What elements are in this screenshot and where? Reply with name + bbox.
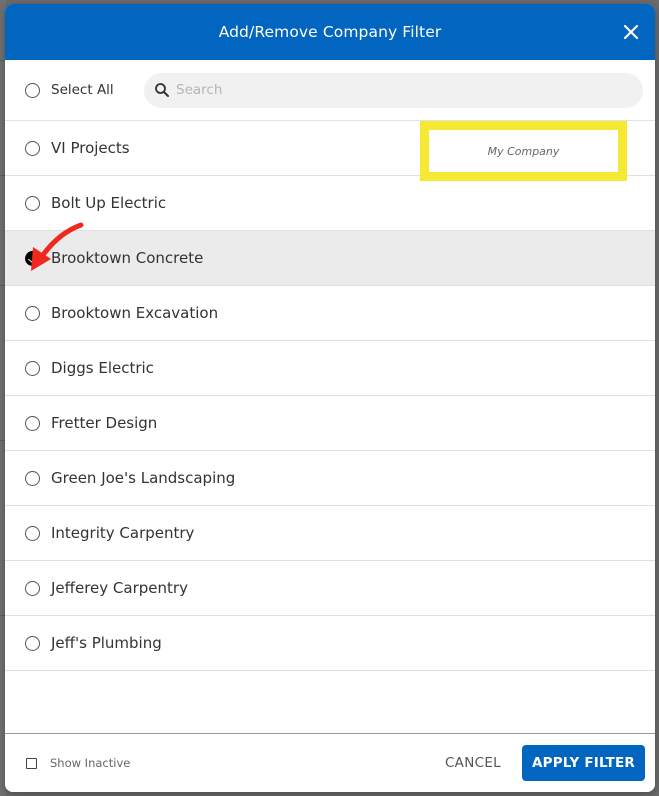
company-row[interactable]: Jefferey Carpentry	[5, 561, 655, 616]
company-name: Green Joe's Landscaping	[51, 469, 236, 487]
my-company-highlight: My Company	[420, 121, 627, 181]
dialog-title: Add/Remove Company Filter	[218, 23, 442, 41]
company-name: Diggs Electric	[51, 359, 154, 377]
show-inactive-label: Show Inactive	[50, 756, 131, 770]
company-row[interactable]: Jeff's Plumbing	[5, 616, 655, 671]
company-filter-dialog: Add/Remove Company Filter Select All VI …	[5, 4, 655, 792]
company-row[interactable]: Diggs Electric	[5, 341, 655, 396]
radio-unchecked-icon[interactable]	[25, 140, 40, 156]
radio-unchecked-icon[interactable]	[25, 360, 40, 376]
company-row[interactable]: Integrity Carpentry	[5, 506, 655, 561]
company-name: VI Projects	[51, 139, 130, 157]
select-all-label: Select All	[51, 82, 114, 98]
company-name: Integrity Carpentry	[51, 524, 195, 542]
search-icon	[155, 83, 169, 97]
company-name: Bolt Up Electric	[51, 194, 167, 212]
company-name: Jefferey Carpentry	[51, 579, 188, 597]
cancel-button[interactable]: CANCEL	[445, 755, 501, 771]
radio-unchecked-icon[interactable]	[25, 580, 40, 596]
company-row[interactable]: Green Joe's Landscaping	[5, 451, 655, 506]
company-row[interactable]: VI Projects My Company	[5, 121, 655, 181]
my-company-tag: My Company	[487, 144, 560, 158]
radio-unchecked-icon[interactable]	[25, 470, 40, 486]
show-inactive-checkbox[interactable]	[26, 757, 37, 769]
search-input[interactable]	[176, 82, 616, 98]
company-row[interactable]: Bolt Up Electric	[5, 176, 655, 231]
apply-filter-button[interactable]: APPLY FILTER	[522, 745, 645, 781]
company-name: Jeff's Plumbing	[51, 634, 162, 652]
radio-unchecked-icon[interactable]	[25, 525, 40, 541]
dialog-footer: Show Inactive CANCEL APPLY FILTER	[5, 733, 655, 792]
filter-toolbar: Select All	[5, 60, 655, 121]
close-button[interactable]	[621, 22, 641, 42]
company-name: Brooktown Excavation	[51, 304, 219, 322]
company-row[interactable]: Fretter Design	[5, 396, 655, 451]
company-row[interactable]: Brooktown Excavation	[5, 286, 655, 341]
annotation-arrow-icon	[31, 222, 84, 271]
search-box[interactable]	[144, 72, 643, 108]
radio-unchecked-icon[interactable]	[25, 635, 40, 651]
radio-unchecked-icon[interactable]	[25, 195, 40, 211]
company-name: Fretter Design	[51, 414, 158, 432]
radio-unchecked-icon	[25, 82, 40, 98]
close-icon	[623, 24, 639, 40]
company-list: VI Projects My Company Bolt Up Electric Bro…	[5, 121, 655, 671]
company-row[interactable]: Brooktown Concrete	[5, 231, 655, 286]
dialog-header: Add/Remove Company Filter	[5, 4, 655, 60]
radio-unchecked-icon[interactable]	[25, 305, 40, 321]
select-all-radio[interactable]: Select All	[5, 82, 144, 98]
radio-unchecked-icon[interactable]	[25, 415, 40, 431]
